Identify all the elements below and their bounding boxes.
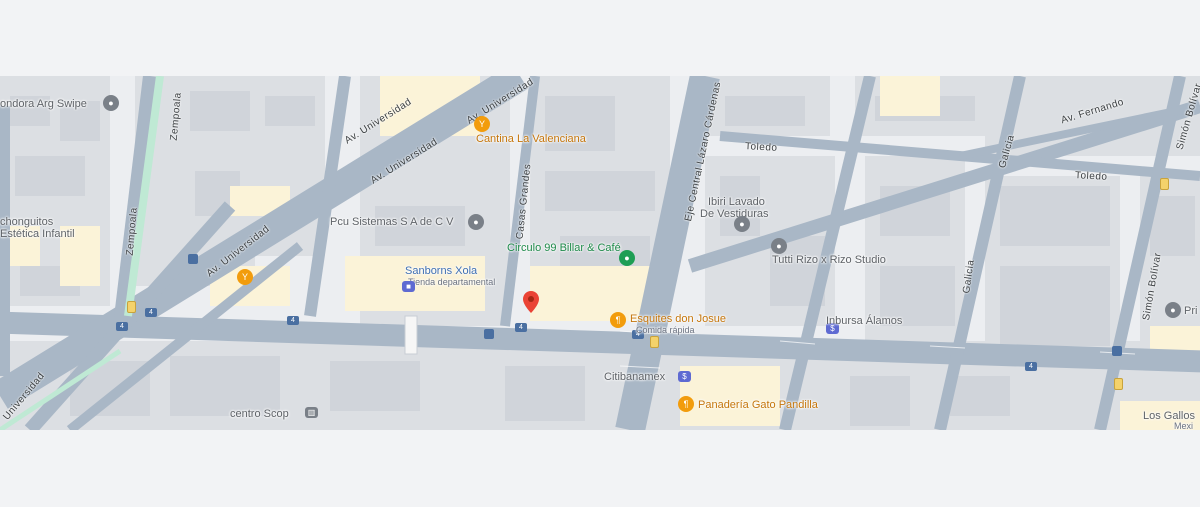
location-pin-icon[interactable] — [522, 291, 540, 313]
place-label-sanborns[interactable]: Sanborns Xola — [405, 265, 477, 277]
map-canvas[interactable]: Av. Universidad Av. Universidad Av. Univ… — [0, 76, 1200, 430]
bar-icon[interactable]: Y — [237, 269, 253, 285]
metro-station-icon[interactable] — [127, 301, 136, 313]
bus-stop-icon[interactable] — [1112, 346, 1122, 356]
place-label-lavado-2[interactable]: De Vestiduras — [700, 208, 768, 220]
place-label-tutti[interactable]: Tutti Rizo x Rizo Studio — [772, 254, 886, 266]
place-label-pri[interactable]: Pri — [1184, 305, 1197, 317]
place-label-citibanamex[interactable]: Citibanamex — [604, 371, 665, 383]
route-shield: 4 — [116, 322, 128, 331]
pedestrian-bridge — [404, 315, 418, 355]
place-pin-icon[interactable]: ● — [771, 238, 787, 254]
route-shield: 4 — [1025, 362, 1037, 371]
place-label-lavado[interactable]: Ibiri Lavado — [708, 196, 765, 208]
place-pin-icon[interactable]: ● — [734, 216, 750, 232]
bank-icon[interactable]: $ — [678, 371, 691, 382]
place-label-inbursa[interactable]: Inbursa Álamos — [826, 315, 902, 327]
route-shield: 4 — [287, 316, 299, 325]
place-label-mexi: Mexi — [1174, 421, 1194, 430]
shopping-bag-icon[interactable]: ■ — [402, 281, 415, 292]
place-pin-icon[interactable]: ● — [468, 214, 484, 230]
place-label-cantina[interactable]: Cantina La Valenciana — [476, 133, 586, 145]
place-label-chonguitos[interactable]: chonguitos — [0, 216, 53, 228]
museum-icon[interactable]: ▥ — [305, 407, 318, 418]
place-pin-icon[interactable]: ● — [1165, 302, 1181, 318]
place-pin-icon[interactable]: ● — [103, 95, 119, 111]
place-label-sanborns-sub: Tienda departamental — [408, 277, 496, 287]
place-label-panaderia[interactable]: Panadería Gato Pandilla — [698, 399, 818, 411]
metro-station-icon[interactable] — [1160, 178, 1169, 190]
route-shield: 4 — [145, 308, 157, 317]
leisure-pin-icon[interactable]: ● — [619, 250, 635, 266]
place-label-esquites-sub: Comida rápida — [636, 325, 695, 335]
bakery-icon[interactable]: ¶ — [678, 396, 694, 412]
metro-station-icon[interactable] — [1114, 378, 1123, 390]
bar-icon[interactable]: Y — [474, 116, 490, 132]
place-label-centro[interactable]: centro Scop — [230, 408, 289, 420]
place-label-chonguitos-sub[interactable]: Estética Infantil — [0, 228, 75, 240]
bus-stop-icon[interactable] — [188, 254, 198, 264]
place-label-esquites[interactable]: Esquites don Josue — [630, 313, 726, 325]
bus-stop-icon[interactable] — [484, 329, 494, 339]
street-label-toledo: Toledo — [744, 141, 778, 154]
restaurant-icon[interactable]: ¶ — [610, 312, 626, 328]
place-label-pcu[interactable]: Pcu Sistemas S A de C V — [330, 216, 454, 228]
place-label-condora[interactable]: ondora Arg Swipe — [0, 98, 87, 110]
metro-station-icon[interactable] — [650, 336, 659, 348]
street-label-toledo: Toledo — [1074, 170, 1108, 183]
place-label-circulo[interactable]: Circulo 99 Billar & Café — [507, 242, 621, 254]
route-shield: 4 — [515, 323, 527, 332]
